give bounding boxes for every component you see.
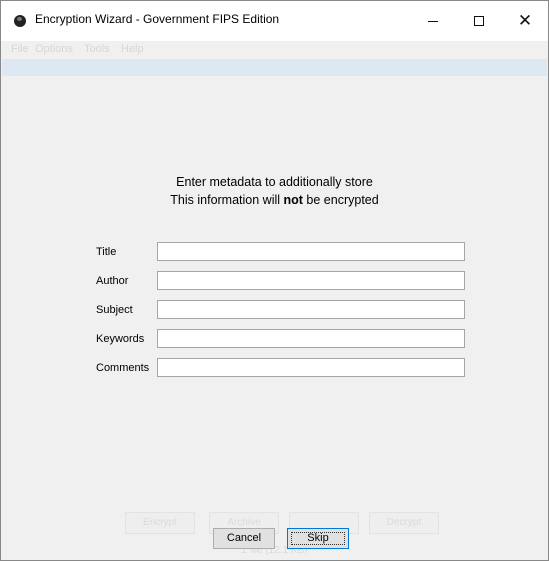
app-window: Encryption Wizard - Government FIPS Edit… [0,0,549,561]
close-button[interactable]: ✕ [502,1,548,41]
encrypt-button-disabled: Encrypt [125,512,195,534]
title-input[interactable] [157,242,465,261]
author-input[interactable] [157,271,465,290]
comments-label: Comments [96,362,150,374]
window-title: Encryption Wizard - Government FIPS Edit… [35,12,280,26]
skip-button[interactable]: Skip [287,528,349,549]
menu-tools[interactable]: Tools [84,43,110,55]
path-bar [2,59,547,76]
dialog-heading: Enter metadata to additionally store [176,175,373,189]
dialog-subheading: This information will not be encrypted [170,193,379,207]
keywords-label: Keywords [96,333,145,345]
minimize-button[interactable] [410,1,456,41]
menu-help[interactable]: Help [121,43,144,55]
keywords-input[interactable] [157,329,465,348]
subject-label: Subject [96,304,133,316]
comments-input[interactable] [157,358,465,377]
title-bar[interactable]: Encryption Wizard - Government FIPS Edit… [1,1,548,41]
maximize-button[interactable] [456,1,502,41]
minimize-icon [428,20,438,22]
author-label: Author [96,275,129,287]
decrypt-button-disabled: Decrypt [369,512,439,534]
menu-options[interactable]: Options [35,43,73,55]
cancel-button[interactable]: Cancel [213,528,275,549]
menu-bar: File Options Tools Help [2,41,547,59]
close-icon: ✕ [517,10,533,31]
focus-ring [291,532,345,545]
menu-file[interactable]: File [11,43,29,55]
title-label: Title [96,246,117,258]
maximize-icon [474,16,484,26]
subject-input[interactable] [157,300,465,319]
app-eye-icon [14,15,26,27]
